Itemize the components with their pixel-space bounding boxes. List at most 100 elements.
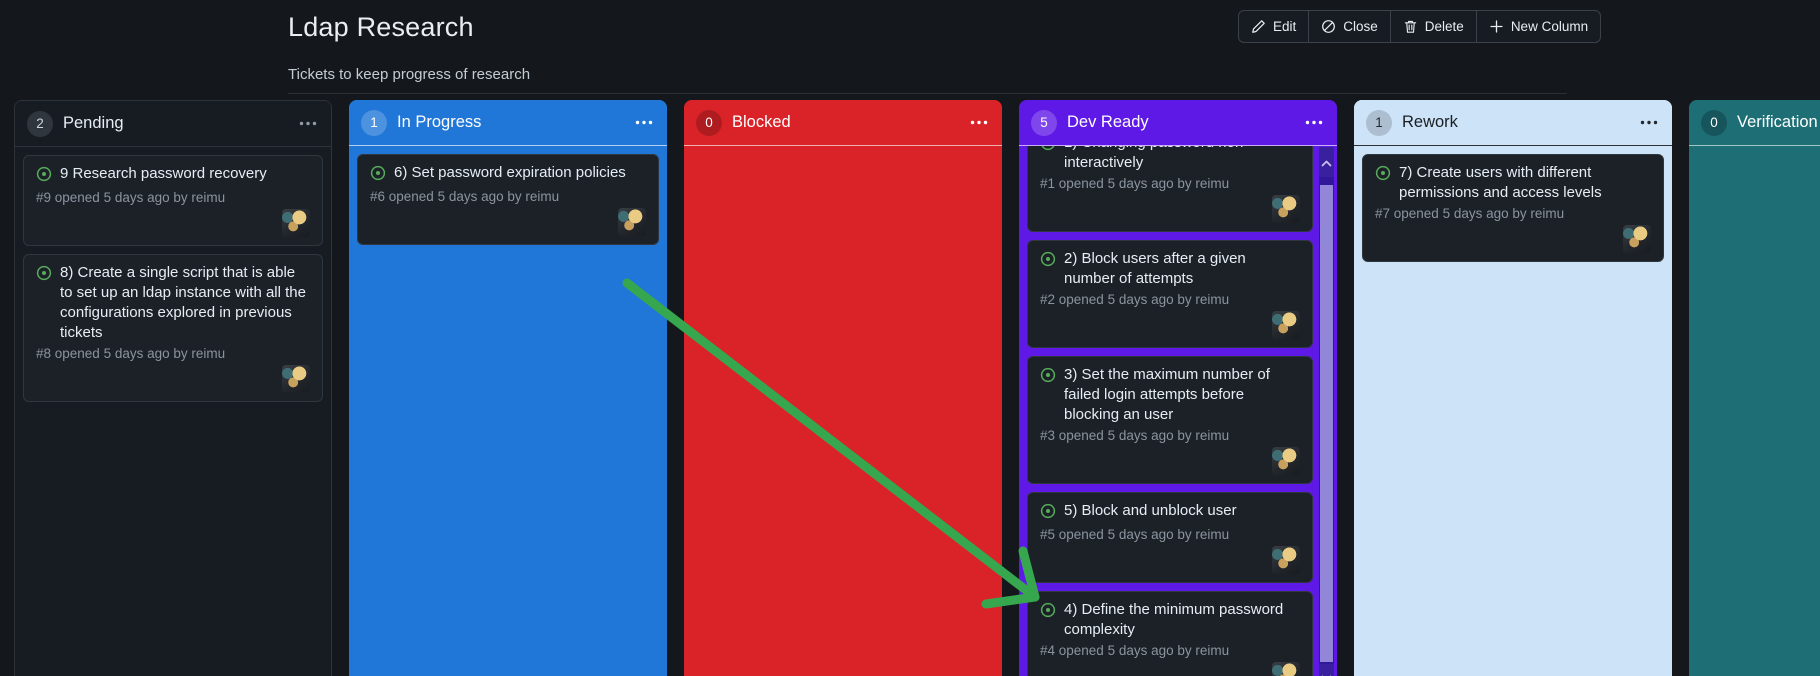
column-header: 0 Verification xyxy=(1689,100,1820,146)
chevron-down-icon xyxy=(1321,670,1332,676)
issue-open-icon xyxy=(36,166,52,187)
issue-meta: #9 opened 5 days ago by reimu xyxy=(36,190,226,205)
issue-card[interactable]: 3) Set the maximum number of failed logi… xyxy=(1027,356,1313,484)
card-list xyxy=(684,146,1002,162)
delete-button-label: Delete xyxy=(1424,19,1464,34)
column-header: 5 Dev Ready xyxy=(1019,100,1337,146)
avatar[interactable] xyxy=(1272,195,1300,223)
column-menu-button[interactable] xyxy=(297,117,319,130)
column-title: Blocked xyxy=(732,113,791,131)
column-header: 1 In Progress xyxy=(349,100,667,146)
close-button[interactable]: Close xyxy=(1308,10,1391,43)
board-toolbar: Edit Close Delete New Column xyxy=(1238,10,1602,43)
column-header: 0 Blocked xyxy=(684,100,1002,146)
new-column-button[interactable]: New Column xyxy=(1475,10,1602,43)
avatar[interactable] xyxy=(1623,225,1651,253)
kebab-icon xyxy=(299,121,317,126)
column-title: Verification xyxy=(1737,113,1818,131)
pencil-icon xyxy=(1251,19,1266,34)
scroll-down-button[interactable] xyxy=(1319,664,1334,676)
issue-open-icon xyxy=(1040,503,1056,524)
issue-card[interactable]: 9 Research password recovery #9 opened 5… xyxy=(23,155,323,246)
avatar[interactable] xyxy=(282,209,310,237)
delete-button[interactable]: Delete xyxy=(1389,10,1477,43)
issue-card[interactable]: 5) Block and unblock user #5 opened 5 da… xyxy=(1027,492,1313,583)
column-menu-button[interactable] xyxy=(968,116,990,129)
avatar[interactable] xyxy=(1272,447,1300,475)
issue-meta: #7 opened 5 days ago by reimu xyxy=(1375,206,1565,221)
column-title: In Progress xyxy=(397,113,482,131)
issue-meta: #2 opened 5 days ago by reimu xyxy=(1040,292,1230,307)
column-header: 1 Rework xyxy=(1354,100,1672,146)
avatar[interactable] xyxy=(618,208,646,236)
column-scrollbar[interactable] xyxy=(1319,147,1334,676)
issue-title[interactable]: 2) Block users after a given number of a… xyxy=(1064,249,1300,289)
column-dev-ready: 5 Dev Ready 1) Changing password non int… xyxy=(1019,100,1337,676)
project-board-page: Ldap Research Tickets to keep progress o… xyxy=(0,0,1820,676)
issue-card[interactable]: 6) Set password expiration policies #6 o… xyxy=(357,154,659,245)
column-count-badge: 1 xyxy=(1366,109,1392,136)
column-in-progress: 1 In Progress 6) Set password expiration… xyxy=(349,100,667,676)
chevron-up-icon xyxy=(1321,155,1332,170)
issue-title[interactable]: 5) Block and unblock user xyxy=(1064,501,1237,524)
issue-open-icon xyxy=(1040,602,1056,640)
avatar[interactable] xyxy=(1272,546,1300,574)
avatar[interactable] xyxy=(1272,311,1300,339)
card-list: 6) Set password expiration policies #6 o… xyxy=(349,146,667,253)
column-menu-button[interactable] xyxy=(1638,116,1660,129)
card-list: 9 Research password recovery #9 opened 5… xyxy=(15,147,331,410)
column-rework: 1 Rework 7) Create users with different … xyxy=(1354,100,1672,676)
issue-meta: #6 opened 5 days ago by reimu xyxy=(370,189,560,204)
column-count-badge: 2 xyxy=(27,110,53,137)
column-menu-button[interactable] xyxy=(633,116,655,129)
kebab-icon xyxy=(1640,120,1658,125)
issue-title[interactable]: 3) Set the maximum number of failed logi… xyxy=(1064,365,1300,425)
page-title: Ldap Research xyxy=(288,12,474,42)
issue-title[interactable]: 8) Create a single script that is able t… xyxy=(60,263,310,343)
avatar[interactable] xyxy=(1272,662,1300,676)
column-count-badge: 1 xyxy=(361,109,387,136)
issue-title[interactable]: 4) Define the minimum password complexit… xyxy=(1064,600,1300,640)
issue-meta: #3 opened 5 days ago by reimu xyxy=(1040,428,1230,443)
edit-button[interactable]: Edit xyxy=(1238,10,1310,43)
card-list: 7) Create users with different permissio… xyxy=(1354,146,1672,270)
issue-open-icon xyxy=(1040,367,1056,425)
column-blocked: 0 Blocked xyxy=(684,100,1002,676)
issue-open-icon xyxy=(1040,251,1056,289)
column-header: 2 Pending xyxy=(15,101,331,147)
issue-open-icon xyxy=(370,165,386,186)
column-pending: 2 Pending 9 Research password recovery #… xyxy=(14,100,332,676)
kebab-icon xyxy=(970,120,988,125)
issue-meta: #5 opened 5 days ago by reimu xyxy=(1040,527,1230,542)
slash-circle-icon xyxy=(1321,19,1336,34)
column-menu-button[interactable] xyxy=(1303,116,1325,129)
kebab-icon xyxy=(1305,120,1323,125)
kebab-icon xyxy=(635,120,653,125)
issue-meta: #4 opened 5 days ago by reimu xyxy=(1040,643,1230,658)
page-description: Tickets to keep progress of research xyxy=(288,66,531,83)
header-divider xyxy=(288,93,1567,94)
column-count-badge: 5 xyxy=(1031,109,1057,136)
issue-title[interactable]: 7) Create users with different permissio… xyxy=(1399,163,1651,203)
scroll-up-button[interactable] xyxy=(1319,147,1334,177)
card-list xyxy=(1689,146,1820,162)
new-column-button-label: New Column xyxy=(1510,19,1589,34)
avatar[interactable] xyxy=(282,365,310,393)
issue-card[interactable]: 2) Block users after a given number of a… xyxy=(1027,240,1313,348)
card-list: 1) Changing password non interactively #… xyxy=(1019,124,1337,676)
column-verification: 0 Verification xyxy=(1689,100,1820,676)
column-count-badge: 0 xyxy=(1701,109,1727,136)
column-title: Dev Ready xyxy=(1067,113,1149,131)
scrollbar-thumb[interactable] xyxy=(1320,185,1333,662)
column-count-badge: 0 xyxy=(696,109,722,136)
issue-meta: #8 opened 5 days ago by reimu xyxy=(36,346,226,361)
issue-title[interactable]: 6) Set password expiration policies xyxy=(394,163,626,186)
issue-title[interactable]: 9 Research password recovery xyxy=(60,164,267,187)
issue-card[interactable]: 8) Create a single script that is able t… xyxy=(23,254,323,402)
issue-meta: #1 opened 5 days ago by reimu xyxy=(1040,176,1230,191)
issue-card[interactable]: 7) Create users with different permissio… xyxy=(1362,154,1664,262)
issue-card[interactable]: 4) Define the minimum password complexit… xyxy=(1027,591,1313,676)
column-title: Pending xyxy=(63,114,124,132)
column-title: Rework xyxy=(1402,113,1458,131)
issue-open-icon xyxy=(1375,165,1391,203)
